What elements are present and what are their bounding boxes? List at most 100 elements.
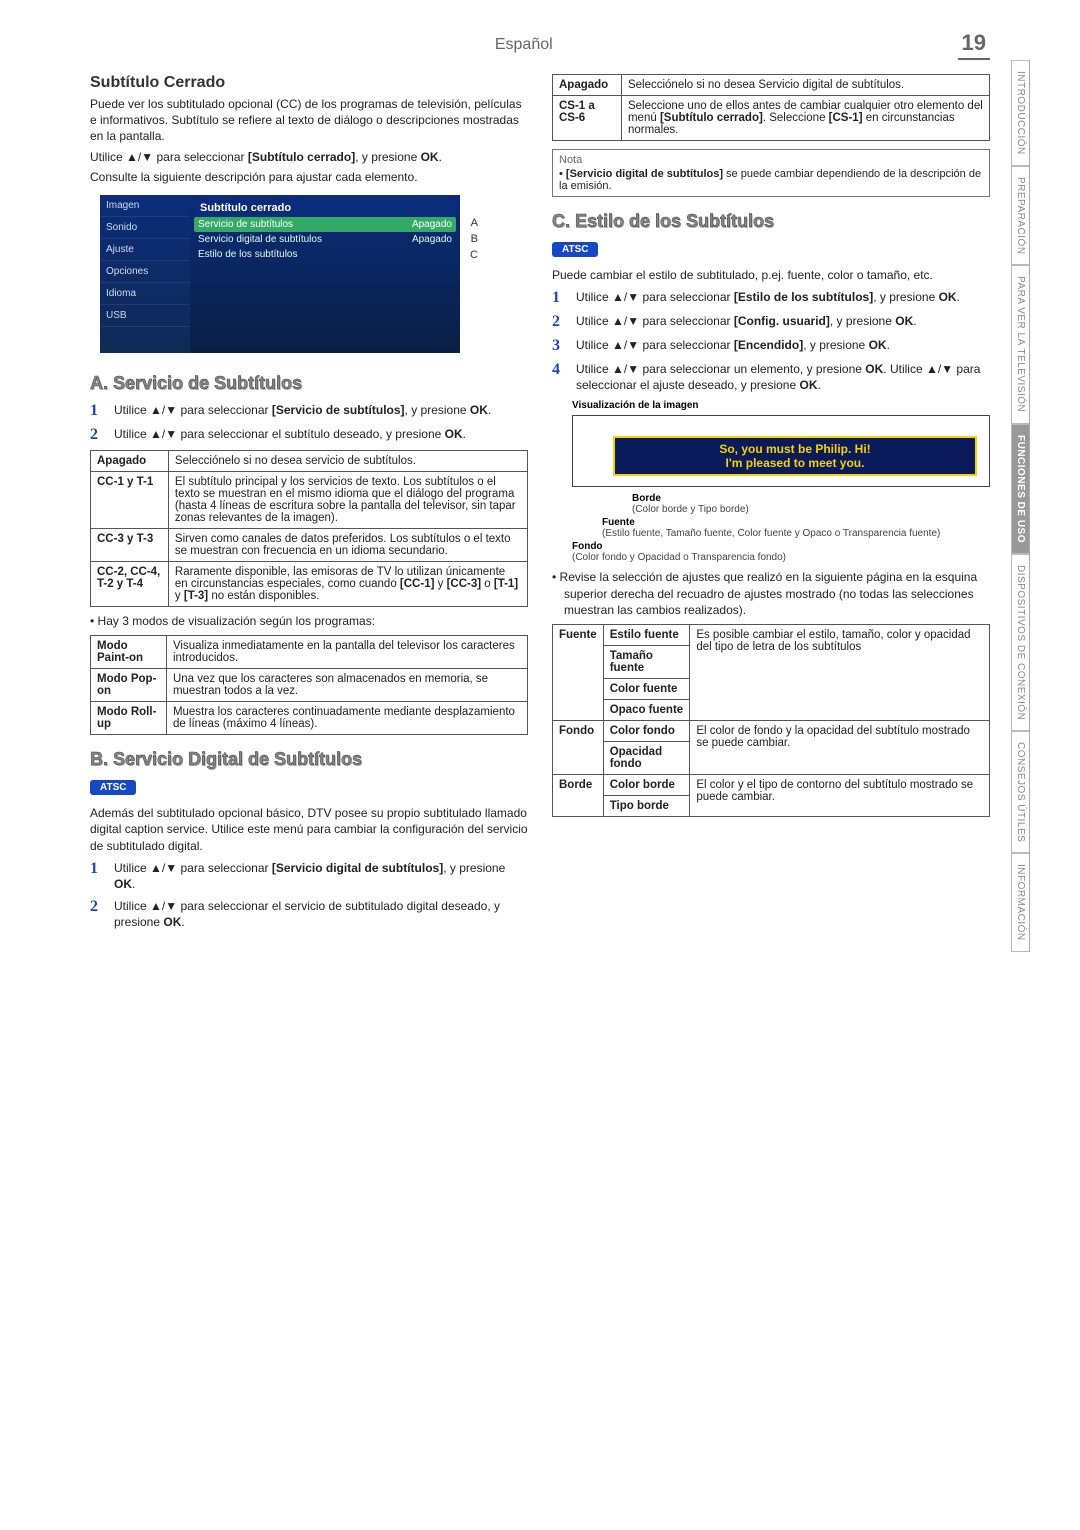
diag-fuente-title: Fuente (602, 517, 635, 528)
diag-borde-title: Borde (632, 493, 661, 504)
cell-key: CC-2, CC-4, T-2 y T-4 (91, 561, 169, 606)
step-num: 1 (90, 860, 106, 892)
cell-key: Apagado (91, 450, 169, 471)
tab-para-ver[interactable]: PARA VER LA TELEVISIÓN (1011, 265, 1029, 423)
diag-fondo-desc: (Color fondo y Opacidad o Transparencia … (572, 552, 786, 563)
cell-key: CC-1 y T-1 (91, 471, 169, 528)
cell-sub: Tipo borde (603, 795, 690, 816)
cell-val: Una vez que los caracteres son almacenad… (166, 669, 527, 702)
step-a2: Utilice / para seleccionar el subtítulo … (114, 426, 528, 444)
diag-fondo-title: Fondo (572, 541, 603, 552)
diag-fuente-desc: (Estilo fuente, Tamaño fuente, Color fue… (602, 528, 940, 539)
down-arrow-icon (141, 150, 153, 164)
step-c2: Utilice / para seleccionar [Config. usua… (576, 313, 990, 331)
tab-preparacion[interactable]: PREPARACIÓN (1011, 166, 1029, 266)
cell-val: Raramente disponible, las emisoras de TV… (168, 561, 527, 606)
subtitle-diagram: So, you must be Philip. Hi! I'm pleased … (572, 415, 990, 488)
diag-vis-label: Visualización de la imagen (572, 400, 699, 411)
cell-sub: Opacidad fondo (603, 741, 690, 774)
tab-informacion[interactable]: INFORMACIÓN (1011, 853, 1029, 952)
callout-b: B (471, 233, 478, 245)
section-a-head: A. Servicio de Subtítulos (90, 373, 528, 394)
atsc-badge: ATSC (90, 780, 136, 795)
section-b-head: B. Servicio Digital de Subtítulos (90, 749, 528, 770)
cell-sub: Opaco fuente (603, 699, 690, 720)
note-3-modes: Hay 3 modos de visualización según los p… (102, 613, 528, 629)
step-c3: Utilice / para seleccionar [Encendido], … (576, 337, 990, 355)
cell-key: Fondo (553, 720, 604, 774)
note-label: Nota (559, 154, 983, 166)
osd-nav-sonido: Sonido (100, 217, 190, 239)
nav-instruction-1: Utilice / para seleccionar [Subtítulo ce… (90, 149, 528, 165)
cell-val: Selecciónelo si no desea servicio de sub… (168, 450, 527, 471)
step-b1: Utilice / para seleccionar [Servicio dig… (114, 860, 528, 892)
step-a1: Utilice / para seleccionar [Servicio de … (114, 402, 528, 420)
review-note: Revise la selección de ajustes que reali… (564, 569, 990, 618)
cell-val: Seleccione uno de ellos antes de cambiar… (621, 96, 989, 141)
cell-key: Modo Pop-on (91, 669, 167, 702)
diag-borde-desc: (Color borde y Tipo borde) (632, 504, 749, 515)
step-num: 2 (90, 898, 106, 930)
note-box: Nota • [Servicio digital de subtítulos] … (552, 149, 990, 197)
osd-row-b: Servicio digital de subtítulosApagado (194, 232, 456, 247)
cell-val: Selecciónelo si no desea Servicio digita… (621, 75, 989, 96)
cell-sub: Color fuente (603, 678, 690, 699)
page-number: 19 (958, 30, 990, 60)
table-cs-services: ApagadoSelecciónelo si no desea Servicio… (552, 74, 990, 141)
osd-nav: Imagen Sonido Ajuste Opciones Idioma USB (100, 195, 190, 353)
cell-key: Borde (553, 774, 604, 816)
cell-key: CC-3 y T-3 (91, 528, 169, 561)
cell-key: Modo Paint-on (91, 636, 167, 669)
section-b-intro: Además del subtitulado opcional básico, … (90, 805, 528, 854)
step-c1: Utilice / para seleccionar [Estilo de lo… (576, 289, 990, 307)
cell-val: Muestra los caracteres continuadamente m… (166, 702, 527, 735)
table-style-settings: Fuente Estilo fuente Es posible cambiar … (552, 624, 990, 817)
step-num: 1 (90, 402, 106, 420)
step-b2: Utilice / para seleccionar el servicio d… (114, 898, 528, 930)
side-tabs: INTRODUCCIÓN PREPARACIÓN PARA VER LA TEL… (1011, 60, 1030, 952)
tab-consejos[interactable]: CONSEJOS ÚTILES (1011, 731, 1029, 853)
tab-funciones[interactable]: FUNCIONES DE USO (1011, 424, 1029, 554)
note-body: • [Servicio digital de subtítulos] se pu… (559, 168, 983, 192)
table-cc-services: ApagadoSelecciónelo si no desea servicio… (90, 450, 528, 607)
osd-header: Subtítulo cerrado (194, 199, 456, 217)
step-num: 2 (552, 313, 568, 331)
cell-val: Visualiza inmediatamente en la pantalla … (166, 636, 527, 669)
osd-row-c: Estilo de los subtítulos (194, 247, 456, 262)
step-c4: Utilice / para seleccionar un elemento, … (576, 361, 990, 393)
subtitle-sample: So, you must be Philip. Hi! I'm pleased … (613, 436, 977, 477)
osd-nav-imagen: Imagen (100, 195, 190, 217)
cell-sub: Color borde (603, 774, 690, 795)
table-display-modes: Modo Paint-onVisualiza inmediatamente en… (90, 635, 528, 735)
header-language: Español (90, 36, 958, 54)
osd-nav-idioma: Idioma (100, 283, 190, 305)
cell-val: Sirven como canales de datos preferidos.… (168, 528, 527, 561)
cell-key: Modo Roll-up (91, 702, 167, 735)
osd-nav-opciones: Opciones (100, 261, 190, 283)
up-arrow-icon (126, 150, 138, 164)
cell-key: Fuente (553, 624, 604, 720)
section-c-head: C. Estilo de los Subtítulos (552, 211, 990, 232)
cell-val: El color y el tipo de contorno del subtí… (690, 774, 990, 816)
intro-text: Puede ver los subtitulado opcional (CC) … (90, 96, 528, 145)
callout-c: C (470, 249, 478, 261)
cell-sub: Color fondo (603, 720, 690, 741)
cell-val: El subtítulo principal y los servicios d… (168, 471, 527, 528)
osd-screenshot: Imagen Sonido Ajuste Opciones Idioma USB… (100, 195, 460, 353)
step-num: 1 (552, 289, 568, 307)
section-c-intro: Puede cambiar el estilo de subtitulado, … (552, 267, 990, 283)
cell-sub: Estilo fuente (603, 624, 690, 645)
tab-introduccion[interactable]: INTRODUCCIÓN (1011, 60, 1029, 166)
cell-key: Apagado (553, 75, 622, 96)
osd-nav-ajuste: Ajuste (100, 239, 190, 261)
callout-a: A (471, 217, 478, 229)
tab-dispositivos[interactable]: DISPOSITIVOS DE CONEXIÓN (1011, 554, 1029, 731)
cell-sub: Tamaño fuente (603, 645, 690, 678)
cell-val: El color de fondo y la opacidad del subt… (690, 720, 990, 774)
atsc-badge: ATSC (552, 242, 598, 257)
step-num: 3 (552, 337, 568, 355)
osd-nav-usb: USB (100, 305, 190, 327)
cell-val: Es posible cambiar el estilo, tamaño, co… (690, 624, 990, 720)
cell-key: CS-1 a CS-6 (553, 96, 622, 141)
section-title: Subtítulo Cerrado (90, 74, 528, 92)
